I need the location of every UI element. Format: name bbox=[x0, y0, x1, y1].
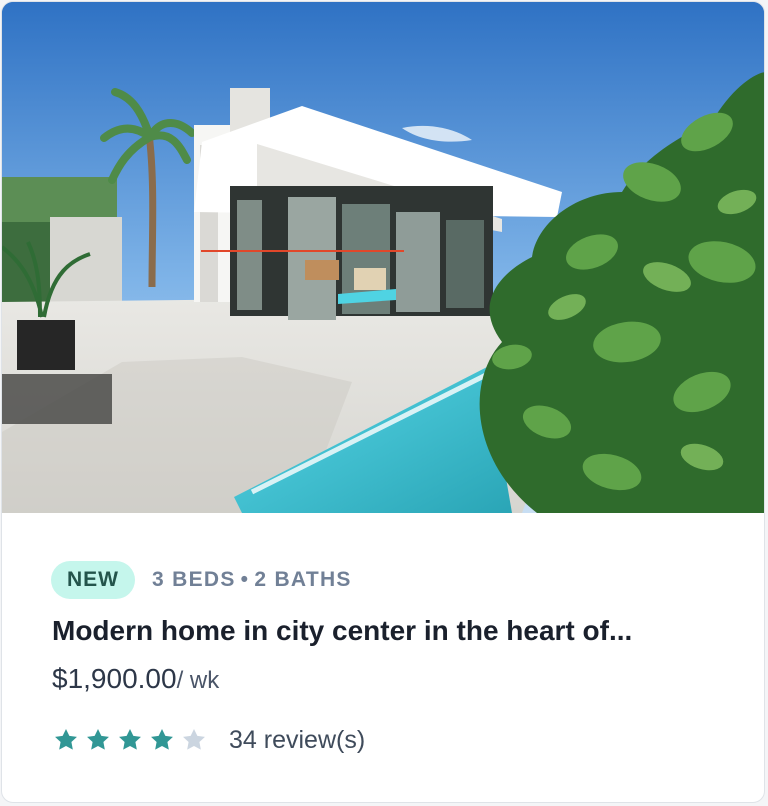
meta-separator: • bbox=[240, 568, 250, 591]
rating-row: 34 review(s) bbox=[53, 720, 365, 760]
price-period: / wk bbox=[176, 667, 220, 694]
star-icon bbox=[183, 728, 205, 750]
rating-stars bbox=[53, 727, 213, 753]
property-photo bbox=[2, 2, 764, 513]
listing-specs: 3 BEDS • 2 BATHS bbox=[152, 568, 352, 592]
star-icon bbox=[151, 728, 173, 750]
star-icon bbox=[55, 728, 77, 750]
card-body: NEW 3 BEDS • 2 BATHS Modern home in city c… bbox=[2, 513, 764, 802]
price-row: $1,900.00 / wk bbox=[52, 659, 219, 701]
listing-price: $1,900.00 bbox=[52, 663, 177, 694]
reviews-link-underline bbox=[201, 250, 404, 252]
beds-count: 3 BEDS bbox=[152, 568, 236, 591]
new-badge: NEW bbox=[51, 561, 135, 599]
listing-meta: NEW 3 BEDS • 2 BATHS bbox=[51, 561, 352, 599]
property-card[interactable]: NEW 3 BEDS • 2 BATHS Modern home in city c… bbox=[1, 1, 765, 803]
listing-title[interactable]: Modern home in city center in the heart … bbox=[52, 611, 732, 651]
star-icon bbox=[119, 728, 141, 750]
star-icon bbox=[87, 728, 109, 750]
reviews-link[interactable]: 34 review(s) bbox=[229, 726, 365, 755]
house-image bbox=[2, 2, 764, 513]
baths-count: 2 BATHS bbox=[254, 568, 352, 591]
